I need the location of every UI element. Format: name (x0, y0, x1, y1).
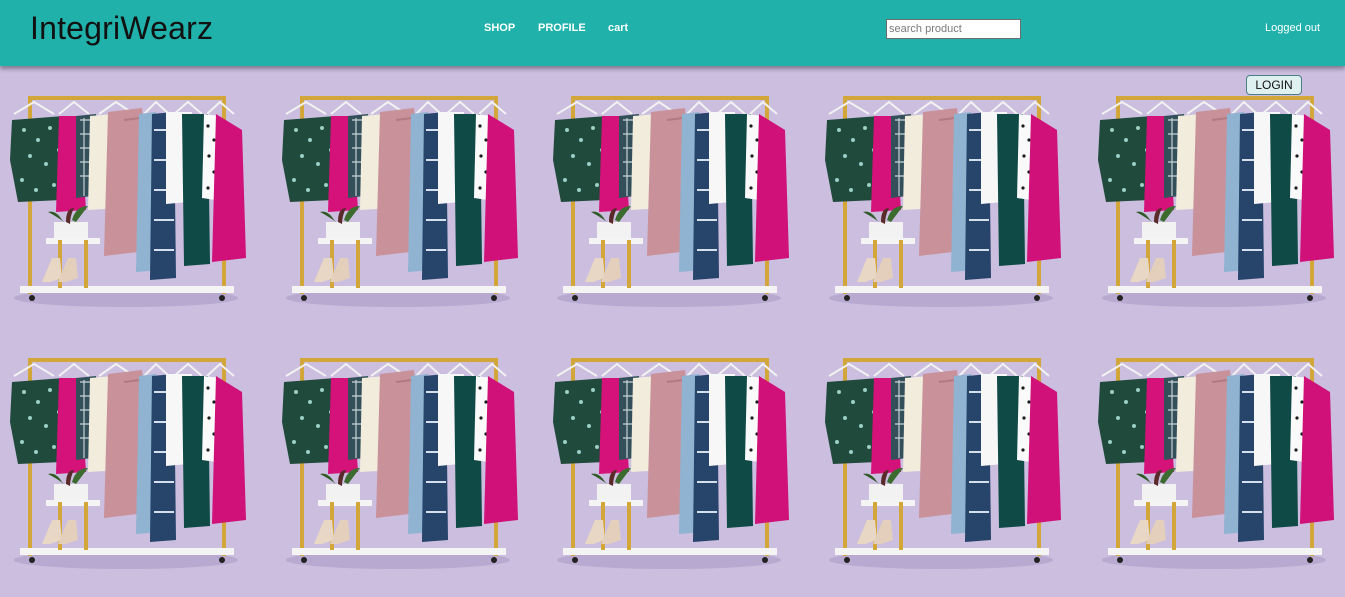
clothing-rack-image (10, 96, 246, 307)
clothing-rack-image (1098, 96, 1334, 307)
clothing-rack-image (553, 358, 789, 569)
product-card[interactable] (547, 90, 797, 335)
login-button[interactable]: LOGIN (1246, 75, 1302, 95)
product-card[interactable] (819, 90, 1069, 335)
top-navbar: IntegriWearz SHOP PROFILE cart Logged ou… (0, 0, 1345, 66)
login-status: Logged out (1265, 22, 1321, 34)
clothing-rack-image (553, 96, 789, 307)
product-card[interactable] (1092, 352, 1342, 597)
nav-cart[interactable]: cart (608, 22, 628, 34)
clothing-rack-image (282, 358, 518, 569)
product-card[interactable] (276, 90, 526, 335)
nav-profile[interactable]: PROFILE (538, 22, 586, 34)
brand-logo[interactable]: IntegriWearz (30, 10, 213, 47)
product-card[interactable] (1092, 90, 1342, 335)
clothing-rack-image (1098, 358, 1334, 569)
product-card[interactable] (4, 352, 254, 597)
product-grid (0, 66, 1345, 594)
clothing-rack-image (825, 358, 1061, 569)
search-input[interactable] (886, 19, 1021, 39)
product-card[interactable] (819, 352, 1069, 597)
clothing-rack-image (10, 358, 246, 569)
product-card[interactable] (4, 90, 254, 335)
product-card[interactable] (547, 352, 797, 597)
clothing-rack-image (282, 96, 518, 307)
product-card[interactable] (276, 352, 526, 597)
clothing-rack-image (825, 96, 1061, 307)
nav-shop[interactable]: SHOP (484, 22, 515, 34)
